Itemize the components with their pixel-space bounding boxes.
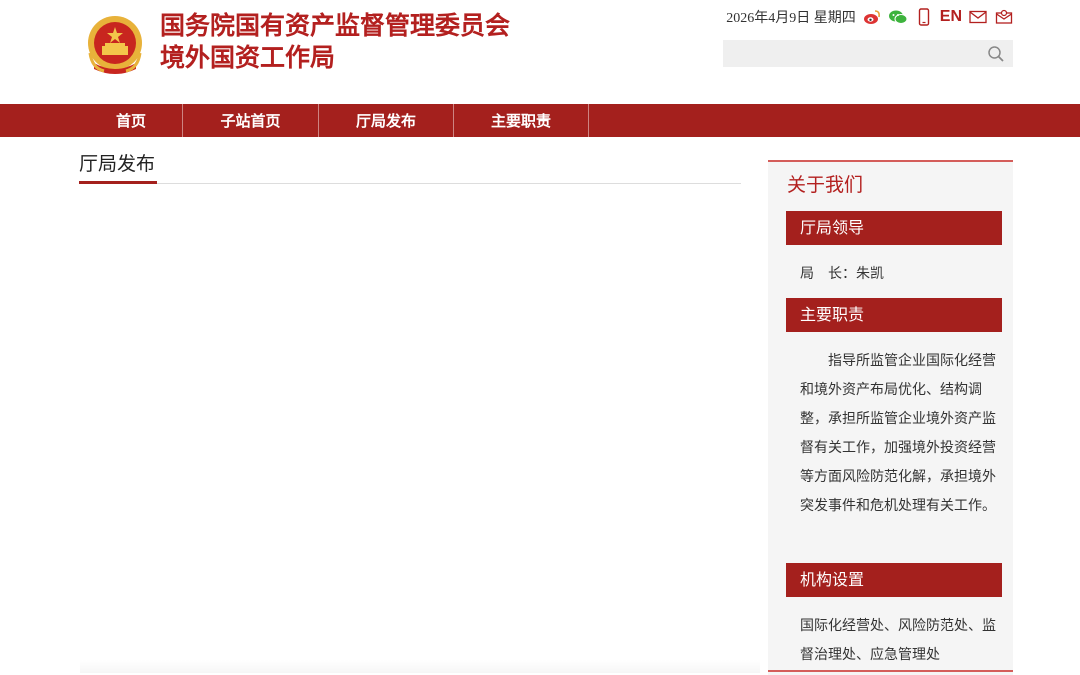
section-heading: 厅局发布 <box>79 152 741 184</box>
top-toolbar: 2026年4月9日 星期四 EN <box>726 6 1014 28</box>
site-title-line2: 境外国资工作局 <box>160 43 336 72</box>
site-title-line1: 国务院国有资产监督管理委员会 <box>160 11 511 40</box>
duties-text: 指导所监管企业国际化经营和境外资产布局优化、结构调整，承担所监管企业境外资产监督… <box>800 353 996 514</box>
feedback-icon[interactable] <box>994 7 1014 27</box>
english-link[interactable]: EN <box>940 8 962 26</box>
search-icon[interactable] <box>987 45 1005 63</box>
search-box <box>723 40 1013 67</box>
search-input[interactable] <box>723 40 993 67</box>
leaders-header[interactable]: 厅局领导 <box>786 211 1002 245</box>
mail-icon[interactable] <box>968 7 988 27</box>
mobile-icon[interactable] <box>914 7 934 27</box>
nav-item-home[interactable]: 首页 <box>80 104 183 137</box>
section-heading-title: 厅局发布 <box>79 152 158 184</box>
sidebar-bottom-divider <box>768 670 1013 672</box>
nav-item-subsite-home[interactable]: 子站首页 <box>183 104 319 137</box>
main-nav: 首页 子站首页 厅局发布 主要职责 <box>0 104 1080 137</box>
org-text: 国际化经营处、风险防范处、监督治理处、应急管理处 <box>800 618 996 663</box>
content-fade <box>80 660 760 673</box>
leader-text: 局 长：朱凯 <box>800 266 884 282</box>
org-header[interactable]: 机构设置 <box>786 563 1002 597</box>
header: 国务院国有资产监督管理委员会 境外国资工作局 2026年4月9日 星期四 EN <box>0 0 1080 104</box>
sidebar-title: 关于我们 <box>787 174 864 196</box>
site-title[interactable]: 国务院国有资产监督管理委员会 境外国资工作局 <box>160 10 510 74</box>
national-emblem-icon <box>88 16 142 74</box>
nav-item-releases[interactable]: 厅局发布 <box>319 104 454 137</box>
sidebar: 关于我们 厅局领导 局 长：朱凯 主要职责 指导所监管企业国际化经营和境外资产布… <box>768 160 1013 675</box>
wechat-icon[interactable] <box>888 7 908 27</box>
date-text: 2026年4月9日 星期四 <box>726 11 856 26</box>
duties-header[interactable]: 主要职责 <box>786 298 1002 332</box>
weibo-icon[interactable] <box>862 7 882 27</box>
nav-item-duties[interactable]: 主要职责 <box>454 104 589 137</box>
